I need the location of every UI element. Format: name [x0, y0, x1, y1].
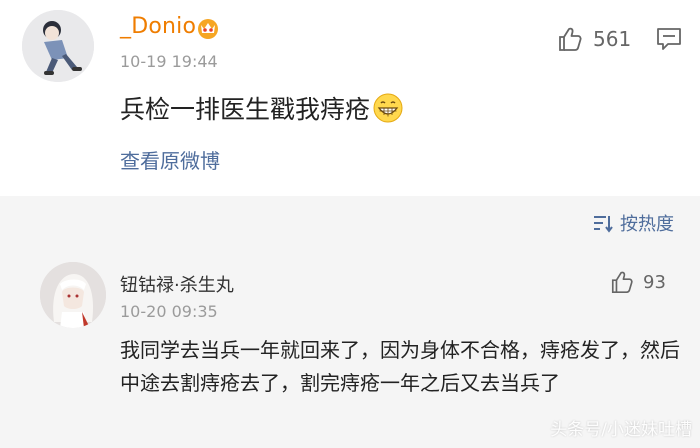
post-like-button[interactable]: 561: [557, 24, 631, 54]
thumbs-up-icon: [559, 27, 582, 51]
comment-username[interactable]: 钮钴禄·杀生丸: [120, 271, 234, 297]
comment-item: 钮钴禄·杀生丸 10-20 09:35 93 我同学去当兵一年就回来了，因为身体…: [0, 248, 700, 448]
post-text-content: 兵检一排医生戳我痔疮: [120, 95, 371, 124]
sort-by-hot-button[interactable]: 按热度: [592, 210, 674, 236]
post-avatar[interactable]: [22, 10, 94, 82]
grin-emoji-icon: [373, 93, 403, 123]
vip-crown-icon: [198, 19, 218, 39]
sort-label: 按热度: [620, 214, 674, 235]
post-username[interactable]: _Donio: [120, 14, 196, 39]
comment-like-count: 93: [643, 271, 666, 293]
comment-timestamp: 10-20 09:35: [120, 302, 218, 321]
post-card: _Donio 10-19 19:44 561 兵检一排医生戳我痔疮 查看原微博: [0, 0, 700, 196]
watermark: 头条号/小迷妹吐槽: [550, 420, 692, 440]
post-like-count: 561: [593, 27, 632, 51]
comment-icon[interactable]: [656, 27, 682, 51]
view-original-link[interactable]: 查看原微博: [120, 145, 220, 174]
comment-like-button[interactable]: 93: [610, 270, 666, 294]
post-text: 兵检一排医生戳我痔疮: [120, 90, 404, 126]
comment-avatar[interactable]: [40, 262, 106, 328]
comment-text: 我同学去当兵一年就回来了，因为身体不合格，痔疮发了，然后中途去割痔疮去了，割完痔…: [120, 338, 680, 395]
sort-bar: 按热度: [0, 196, 700, 248]
post-timestamp: 10-19 19:44: [120, 52, 218, 71]
thumbs-up-icon: [611, 271, 633, 293]
sort-icon: [594, 216, 613, 233]
